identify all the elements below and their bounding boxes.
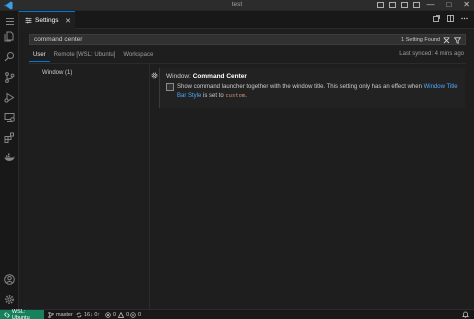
remote-label: WSL: Ubuntu — [11, 309, 30, 319]
status-bar: WSL: Ubuntu master 16↓ 0↑ 0 0 0 — [0, 309, 474, 319]
tab-label: Settings — [35, 17, 59, 24]
title-bar: test — □ ✕ — [0, 0, 474, 11]
search-value: command center — [34, 36, 83, 43]
setting-title: Window: Command Center — [166, 73, 247, 80]
menu-icon[interactable] — [4, 16, 15, 27]
run-debug-icon[interactable] — [4, 92, 15, 103]
setting-item-command-center: Window: Command Center Show command laun… — [159, 68, 465, 108]
manage-gear-icon[interactable] — [4, 294, 15, 305]
warning-icon — [118, 311, 125, 318]
description-code: custom — [225, 92, 246, 99]
tab-workspace[interactable]: Workspace — [119, 49, 157, 62]
filter-icon[interactable] — [454, 36, 461, 44]
explorer-icon[interactable] — [4, 31, 15, 42]
description-text-2: is set to — [201, 92, 226, 99]
clear-search-icon[interactable] — [443, 36, 450, 44]
maximize-button[interactable]: □ — [446, 0, 451, 10]
extensions-icon[interactable] — [4, 132, 15, 143]
remote-icon — [4, 312, 10, 318]
settings-file-icon — [25, 17, 32, 24]
source-control-icon[interactable] — [4, 72, 15, 83]
result-count: 1 Setting Found — [401, 36, 440, 43]
notifications-bell-icon[interactable] — [462, 311, 469, 318]
problems-status[interactable]: 0 0 — [105, 311, 130, 318]
setting-category: Window: — [166, 73, 193, 80]
warning-count: 0 — [126, 311, 130, 318]
setting-description: Show command launcher together with the … — [177, 83, 462, 101]
branch-label: master — [56, 311, 73, 318]
command-center-checkbox[interactable] — [166, 83, 174, 91]
setting-gear-icon[interactable] — [151, 72, 158, 79]
error-count: 0 — [113, 311, 117, 318]
search-icon[interactable] — [4, 51, 15, 62]
ports-status[interactable]: 0 — [130, 312, 141, 318]
open-settings-json-icon[interactable] — [433, 15, 440, 22]
description-end: . — [245, 92, 247, 99]
last-synced-status: Last synced: 4 mins ago — [399, 51, 464, 57]
description-text: Show command launcher together with the … — [177, 83, 424, 90]
minimize-button[interactable]: — — [426, 0, 434, 10]
error-icon — [105, 311, 111, 318]
tab-user[interactable]: User — [29, 49, 50, 62]
ports-count: 0 — [138, 311, 142, 318]
toc-item-window[interactable]: Window (1) — [42, 70, 72, 76]
sync-status[interactable]: 16↓ 0↑ — [76, 312, 100, 318]
setting-name: Command Center — [192, 73, 247, 80]
activity-bar — [0, 11, 19, 309]
account-icon[interactable] — [4, 274, 15, 285]
tab-settings[interactable]: Settings ✕ — [19, 11, 75, 29]
branch-status[interactable]: master — [48, 311, 73, 318]
toggle-secondary-sidebar-icon[interactable] — [401, 2, 408, 8]
toc-divider — [149, 64, 150, 309]
ports-icon — [130, 311, 136, 318]
settings-search-input[interactable]: command center 1 Setting Found — [29, 34, 466, 45]
more-actions-icon[interactable] — [461, 15, 468, 22]
divider — [29, 63, 466, 64]
docker-icon[interactable] — [4, 152, 15, 163]
settings-scope-tabs: User Remote [WSL: Ubuntu] Workspace — [29, 49, 157, 63]
close-window-button[interactable]: ✕ — [463, 0, 470, 10]
tab-remote-wsl[interactable]: Remote [WSL: Ubuntu] — [50, 49, 120, 62]
toggle-panel-icon[interactable] — [389, 2, 396, 8]
remote-explorer-icon[interactable] — [4, 112, 15, 123]
editor-tab-bar: Settings ✕ — [19, 11, 474, 29]
remote-indicator[interactable]: WSL: Ubuntu — [0, 309, 44, 319]
sync-icon — [76, 312, 82, 317]
branch-icon — [48, 311, 54, 318]
split-editor-icon[interactable] — [447, 15, 454, 22]
customize-layout-icon[interactable] — [413, 2, 420, 8]
sync-label: 16↓ 0↑ — [84, 311, 101, 318]
close-tab-icon[interactable]: ✕ — [65, 17, 71, 25]
toggle-primary-sidebar-icon[interactable] — [377, 2, 384, 8]
